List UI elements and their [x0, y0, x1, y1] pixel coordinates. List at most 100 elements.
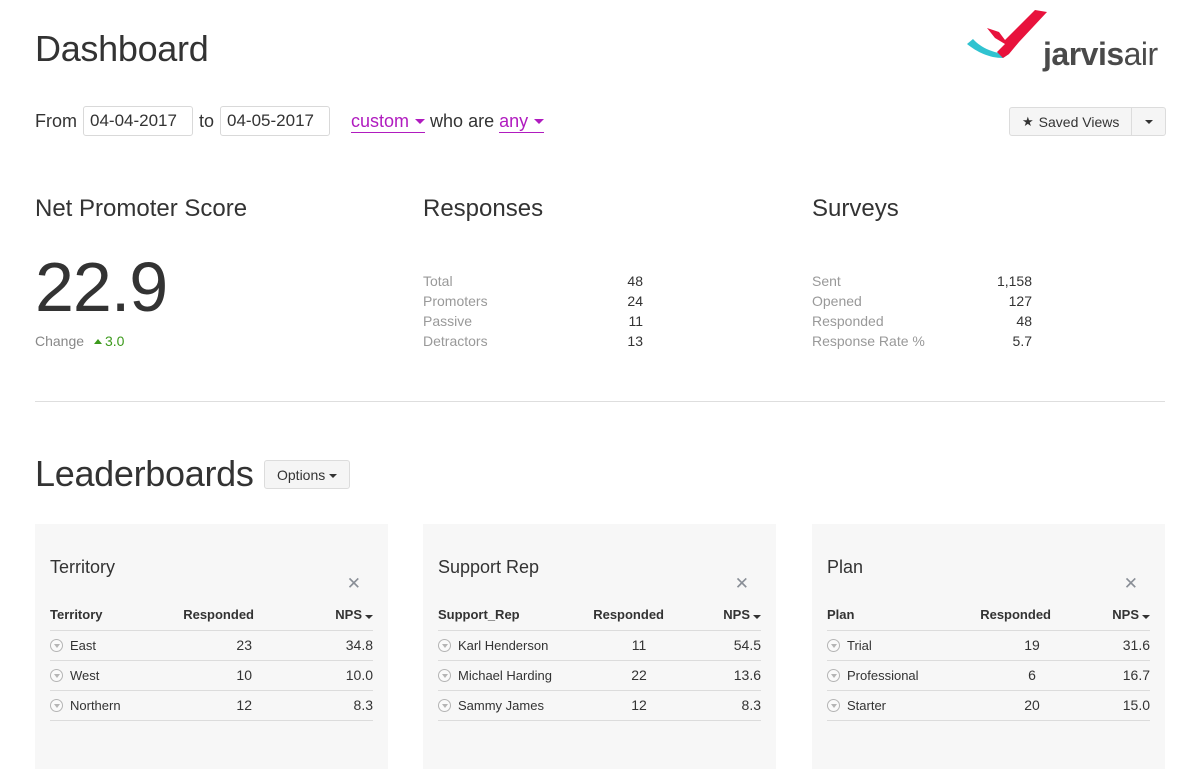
row-value: 13	[627, 333, 643, 349]
row-value: 24	[627, 293, 643, 309]
row-nps: 34.8	[260, 630, 373, 661]
row-label: Opened	[812, 293, 862, 309]
caret-down-icon	[1144, 119, 1153, 124]
date-filter-bar: From to custom who are any	[35, 106, 545, 136]
column-header-responded[interactable]: Responded	[578, 600, 670, 631]
section-divider	[35, 401, 1165, 402]
row-value: 127	[1008, 293, 1032, 309]
filter-icon[interactable]	[827, 698, 840, 712]
leaderboard-table: Support_Rep Responded NPS Karl Henderson…	[438, 600, 761, 721]
close-icon[interactable]: ✕	[347, 575, 361, 593]
table-row: Trial 19 31.6	[827, 630, 1150, 661]
page-title: Dashboard	[35, 28, 209, 69]
row-label: Responded	[812, 313, 884, 329]
column-header-nps[interactable]: NPS	[670, 600, 761, 631]
filter-icon[interactable]	[438, 698, 451, 712]
leaderboard-card-plan: Plan ✕ Plan Responded NPS Trial 19 31.6 Pr…	[812, 524, 1165, 769]
column-header-name[interactable]: Plan	[827, 600, 957, 631]
leaderboard-table: Territory Responded NPS East 23 34.8 West 1…	[50, 600, 373, 721]
saved-views-label: Saved Views	[1038, 113, 1120, 130]
audience-dropdown[interactable]: any	[499, 110, 545, 133]
row-name: East	[70, 637, 97, 653]
to-label: to	[199, 110, 215, 131]
card-title: Territory	[50, 557, 116, 577]
row-name: Sammy James	[458, 697, 544, 713]
saved-views-dropdown-toggle[interactable]	[1132, 108, 1165, 135]
close-icon[interactable]: ✕	[735, 575, 749, 593]
surveys-row: Opened 127	[812, 291, 1032, 311]
surveys-section: Surveys Sent 1,158 Opened 127 Responded 48 …	[812, 195, 1152, 365]
range-dropdown[interactable]: custom	[351, 110, 426, 133]
responses-table: Total 48 Promoters 24 Passive 11 Detractors…	[423, 271, 643, 351]
row-responded: 23	[170, 630, 260, 661]
caret-down-icon	[415, 119, 426, 124]
filter-icon[interactable]	[50, 698, 63, 712]
row-value: 48	[627, 273, 643, 289]
nps-change: Change 3.0	[35, 333, 124, 349]
table-row: Northern 12 8.3	[50, 690, 373, 721]
table-row: East 23 34.8	[50, 630, 373, 661]
responses-row: Detractors 13	[423, 331, 643, 351]
table-row: West 10 10.0	[50, 660, 373, 691]
column-header-name[interactable]: Support_Rep	[438, 600, 578, 631]
filter-icon[interactable]	[438, 668, 451, 682]
table-row: Karl Henderson 11 54.5	[438, 630, 761, 661]
row-nps: 8.3	[260, 690, 373, 721]
table-row: Professional 6 16.7	[827, 660, 1150, 691]
filter-icon[interactable]	[50, 668, 63, 682]
star-icon: ★	[1022, 113, 1034, 129]
row-responded: 19	[957, 630, 1057, 661]
filter-icon[interactable]	[438, 638, 451, 652]
card-title: Plan	[827, 557, 864, 577]
column-header-name[interactable]: Territory	[50, 600, 170, 631]
column-header-nps[interactable]: NPS	[1057, 600, 1150, 631]
sort-caret-icon	[753, 615, 761, 620]
leaderboard-table: Plan Responded NPS Trial 19 31.6 Professio…	[827, 600, 1150, 721]
table-row: Starter 20 15.0	[827, 690, 1150, 721]
row-label: Detractors	[423, 333, 488, 349]
nps-header-label: NPS	[1112, 607, 1139, 623]
triangle-up-icon	[93, 339, 102, 344]
row-nps: 10.0	[260, 660, 373, 691]
column-header-nps[interactable]: NPS	[260, 600, 373, 631]
filter-icon[interactable]	[827, 668, 840, 682]
filter-icon[interactable]	[50, 638, 63, 652]
column-header-responded[interactable]: Responded	[957, 600, 1057, 631]
row-nps: 15.0	[1057, 690, 1150, 721]
row-name: Michael Harding	[458, 667, 552, 683]
options-button[interactable]: Options	[264, 460, 351, 489]
row-name: Karl Henderson	[458, 637, 549, 653]
row-nps: 13.6	[670, 660, 761, 691]
row-responded: 6	[957, 660, 1057, 691]
responses-section: Responses Total 48 Promoters 24 Passive 11 …	[423, 195, 763, 365]
row-value: 11	[628, 313, 643, 329]
to-date-input[interactable]	[220, 106, 331, 136]
column-header-responded[interactable]: Responded	[170, 600, 260, 631]
row-responded: 22	[578, 660, 670, 691]
jarvisair-logo: jarvisair	[965, 6, 1170, 76]
options-label: Options	[277, 466, 326, 483]
row-nps: 8.3	[670, 690, 761, 721]
row-name: Trial	[847, 637, 872, 653]
row-name: West	[70, 667, 100, 683]
audience-dropdown-label: any	[499, 110, 529, 131]
row-name: Starter	[847, 697, 887, 713]
caret-down-icon	[329, 473, 338, 478]
row-nps: 31.6	[1057, 630, 1150, 661]
table-row: Michael Harding 22 13.6	[438, 660, 761, 691]
nps-change-label: Change	[35, 333, 85, 349]
surveys-row: Responded 48	[812, 311, 1032, 331]
nps-change-indicator: 3.0	[93, 333, 124, 349]
airplane-logo-icon	[967, 10, 1047, 58]
who-are-label: who are	[430, 110, 495, 131]
filter-icon[interactable]	[827, 638, 840, 652]
from-date-input[interactable]	[83, 106, 193, 136]
row-label: Promoters	[423, 293, 488, 309]
row-name: Northern	[70, 697, 121, 713]
table-row: Sammy James 12 8.3	[438, 690, 761, 721]
close-icon[interactable]: ✕	[1124, 575, 1138, 593]
row-responded: 11	[578, 630, 670, 661]
row-value: 48	[1016, 313, 1032, 329]
saved-views-button[interactable]: ★ Saved Views	[1010, 108, 1133, 135]
card-title: Support Rep	[438, 557, 540, 577]
